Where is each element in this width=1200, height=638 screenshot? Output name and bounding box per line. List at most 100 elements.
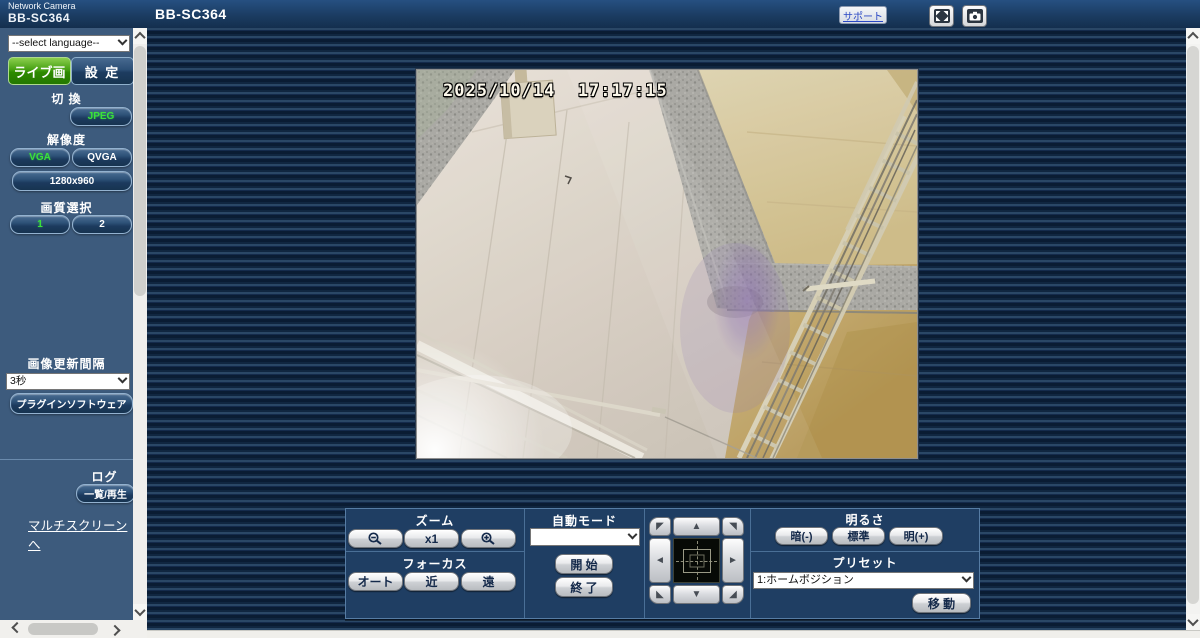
pan-tilt-pad: ◤ ▲ ◥ ◄ ► ◣ ▼ ◢ (649, 517, 744, 604)
fullscreen-button[interactable] (929, 5, 954, 27)
zoom-out-icon (368, 532, 382, 545)
automode-stop-button[interactable]: 終 了 (555, 577, 613, 597)
up-right-arrow-icon: ◥ (729, 520, 737, 532)
ptz-control-panel: ズーム x1 フォーカス オート 近 遠 自動モード 開 始 終 了 ◤ ▲ ◥… (345, 508, 980, 619)
pan-right-button[interactable]: ► (722, 538, 744, 583)
scrollbar-thumb[interactable] (28, 623, 98, 635)
preset-label: プリセット (832, 556, 898, 570)
zoom-x1-button[interactable]: x1 (404, 529, 459, 548)
plugin-software-button[interactable]: プラグインソフトウェア (10, 393, 133, 414)
pan-up-button[interactable]: ▲ (673, 517, 720, 536)
zoom-out-button[interactable] (348, 529, 403, 548)
pan-down-button[interactable]: ▼ (673, 585, 720, 604)
page-vertical-scrollbar[interactable] (1186, 28, 1200, 630)
down-left-arrow-icon: ◣ (656, 588, 664, 600)
focus-far-button[interactable]: 遠 (461, 572, 516, 591)
zoom-in-icon (481, 532, 495, 545)
pan-left-button[interactable]: ◄ (649, 538, 671, 583)
tab-setup[interactable]: 設 定 (71, 57, 134, 85)
vga-button[interactable]: VGA (10, 148, 70, 167)
chevron-up-icon (134, 31, 146, 44)
sidebar-horizontal-scrollbar[interactable] (0, 620, 147, 638)
pan-up-right-button[interactable]: ◥ (722, 517, 744, 536)
scroll-up-button[interactable] (133, 28, 147, 44)
language-select-wrap: --select language-- (8, 33, 130, 52)
osd-timestamp: 2025/10/14 17:17:15 (443, 81, 668, 101)
brightness-dark-button[interactable]: 暗(-) (775, 527, 828, 545)
preset-select[interactable]: 1:ホームポジション (753, 571, 974, 589)
section-divider (346, 551, 524, 552)
scroll-down-button[interactable] (1186, 614, 1200, 630)
up-arrow-icon: ▲ (691, 520, 702, 532)
bottom-strip (147, 630, 1200, 638)
focus-label: フォーカス (402, 557, 468, 571)
fullscreen-icon (933, 9, 950, 23)
sidebar: --select language-- ライブ画 設 定 切 換 JPEG 解像… (0, 28, 135, 620)
auto-mode-select-wrap (530, 527, 640, 546)
app-root: Network Camera BB-SC364 BB-SC364 サポート --… (0, 0, 1200, 638)
down-right-arrow-icon: ◢ (729, 588, 737, 600)
tab-live[interactable]: ライブ画 (8, 57, 71, 85)
scroll-right-button[interactable] (106, 621, 124, 637)
down-arrow-icon: ▼ (691, 588, 702, 600)
pan-tilt-center[interactable] (673, 538, 720, 583)
focus-auto-button[interactable]: オート (348, 572, 403, 591)
brand-line2: BB-SC364 (8, 10, 71, 25)
scrollbar-thumb[interactable] (134, 46, 146, 296)
section-divider (751, 551, 979, 552)
multiscreen-link[interactable]: マルチスクリーンへ (28, 515, 133, 553)
qvga-button[interactable]: QVGA (72, 148, 132, 167)
preset-select-wrap: 1:ホームポジション (753, 570, 974, 589)
pan-tilt-section: ◤ ▲ ◥ ◄ ► ◣ ▼ ◢ (645, 509, 751, 618)
quality-1-button[interactable]: 1 (10, 215, 70, 234)
zoom-focus-section: ズーム x1 フォーカス オート 近 遠 (346, 509, 525, 618)
preset-go-button[interactable]: 移 動 (912, 593, 971, 613)
crosshair-square-inner (689, 554, 704, 567)
scrollbar-thumb[interactable] (1187, 46, 1199, 604)
zoom-in-button[interactable] (461, 529, 516, 548)
scroll-down-button[interactable] (133, 604, 147, 620)
refresh-interval-select[interactable]: 3秒 (6, 372, 130, 390)
page-title: BB-SC364 (155, 6, 227, 22)
log-label: ログ (91, 470, 118, 484)
right-arrow-icon: ► (728, 554, 738, 566)
chevron-down-icon (134, 604, 146, 617)
log-list-play-button[interactable]: 一覧/再生 (76, 484, 135, 503)
resolution-1280x960-button[interactable]: 1280x960 (12, 171, 132, 191)
brightness-normal-button[interactable]: 標準 (832, 527, 885, 545)
quality-2-button[interactable]: 2 (72, 215, 132, 234)
snapshot-button[interactable] (962, 5, 987, 27)
pan-up-left-button[interactable]: ◤ (649, 517, 671, 536)
chevron-up-icon (1187, 31, 1199, 44)
chevron-left-icon (11, 621, 23, 634)
language-select[interactable]: --select language-- (8, 34, 130, 52)
brightness-label: 明るさ (845, 513, 885, 527)
brightness-bright-button[interactable]: 明(+) (889, 527, 943, 545)
automode-start-button[interactable]: 開 始 (555, 554, 613, 574)
zoom-label: ズーム (415, 514, 455, 528)
auto-mode-select[interactable] (530, 528, 640, 546)
pan-down-left-button[interactable]: ◣ (649, 585, 671, 604)
scroll-left-button[interactable] (8, 621, 26, 637)
support-link[interactable]: サポート (839, 6, 887, 24)
brightness-preset-section: 明るさ 暗(-) 標準 明(+) プリセット 1:ホームポジション 移 動 (751, 509, 979, 618)
camera-icon (966, 9, 983, 23)
focus-near-button[interactable]: 近 (404, 572, 459, 591)
chevron-down-icon (1187, 614, 1199, 627)
jpeg-button[interactable]: JPEG (70, 107, 132, 126)
auto-mode-section: 自動モード 開 始 終 了 (525, 509, 645, 618)
pan-down-right-button[interactable]: ◢ (722, 585, 744, 604)
quality-label: 画質選択 (40, 201, 93, 215)
chevron-right-icon (109, 624, 121, 637)
live-video (417, 70, 917, 458)
up-left-arrow-icon: ◤ (656, 520, 664, 532)
sidebar-vertical-scrollbar[interactable] (133, 28, 147, 620)
scroll-up-button[interactable] (1186, 28, 1200, 44)
switch-label: 切 換 (51, 92, 82, 106)
refresh-interval-label: 画像更新間隔 (27, 357, 106, 371)
live-video-frame: 2025/10/14 17:17:15 (416, 69, 918, 459)
refresh-select-wrap: 3秒 (6, 371, 130, 390)
left-arrow-icon: ◄ (655, 554, 665, 566)
top-banner: Network Camera BB-SC364 BB-SC364 サポート (0, 0, 1200, 28)
resolution-label: 解像度 (46, 133, 86, 147)
